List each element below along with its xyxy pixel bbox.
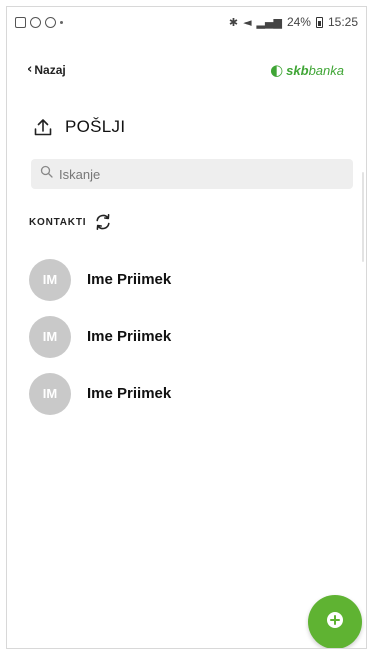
settings-notification-icon xyxy=(45,16,56,28)
contact-name: Ime Priimek xyxy=(87,328,172,345)
status-bar: ✱ ◄ ▂▄▆ 24% 15:25 xyxy=(7,7,366,37)
app-screen: ✱ ◄ ▂▄▆ 24% 15:25 ‹ Nazaj ◐ skbbanka POŠ… xyxy=(6,6,367,649)
scrollbar[interactable] xyxy=(362,172,364,262)
brand-name: skbbanka xyxy=(286,63,344,78)
app-header: ‹ Nazaj ◐ skbbanka xyxy=(7,55,366,85)
contact-item[interactable]: IM Ime Priimek xyxy=(29,251,349,308)
add-contact-button[interactable] xyxy=(308,595,362,648)
clock: 15:25 xyxy=(327,15,358,29)
bluetooth-icon: ✱ xyxy=(228,15,239,29)
gallery-notification-icon xyxy=(15,16,26,28)
search-input[interactable] xyxy=(59,166,344,182)
contact-item[interactable]: IM Ime Priimek xyxy=(29,308,349,365)
refresh-icon[interactable] xyxy=(94,213,112,231)
contact-item[interactable]: IM Ime Priimek xyxy=(29,365,349,422)
page-title-row: POŠLJI xyxy=(33,117,125,137)
battery-icon xyxy=(315,16,323,28)
contact-name: Ime Priimek xyxy=(87,385,172,402)
contacts-label: KONTAKTI xyxy=(29,216,87,228)
back-label: Nazaj xyxy=(34,63,66,77)
back-button[interactable]: ‹ Nazaj xyxy=(27,62,66,77)
upload-icon xyxy=(33,117,53,137)
avatar: IM xyxy=(29,258,71,301)
brand-prefix: skb xyxy=(286,62,309,78)
status-left xyxy=(15,16,63,28)
signal-icon: ▂▄▆ xyxy=(256,15,282,29)
battery-percent: 24% xyxy=(286,15,311,29)
add-icon xyxy=(325,610,345,635)
search-bar xyxy=(31,159,353,189)
avatar: IM xyxy=(29,372,71,415)
circle-notification-icon xyxy=(30,16,41,28)
contact-name: Ime Priimek xyxy=(87,271,172,288)
brand-logo: ◐ skbbanka xyxy=(270,61,344,79)
brand-suffix: banka xyxy=(308,62,344,78)
more-notifications-icon xyxy=(60,20,63,24)
mute-icon: ◄ xyxy=(243,15,252,29)
chevron-left-icon: ‹ xyxy=(27,62,33,77)
contact-list: IM Ime Priimek IM Ime Priimek IM Ime Pri… xyxy=(29,251,349,422)
contacts-header: KONTAKTI xyxy=(29,213,112,231)
status-right: ✱ ◄ ▂▄▆ 24% 15:25 xyxy=(229,15,358,29)
avatar: IM xyxy=(29,315,71,358)
brand-mark-icon: ◐ xyxy=(270,61,284,79)
page-title: POŠLJI xyxy=(65,117,126,136)
search-icon xyxy=(40,165,53,183)
